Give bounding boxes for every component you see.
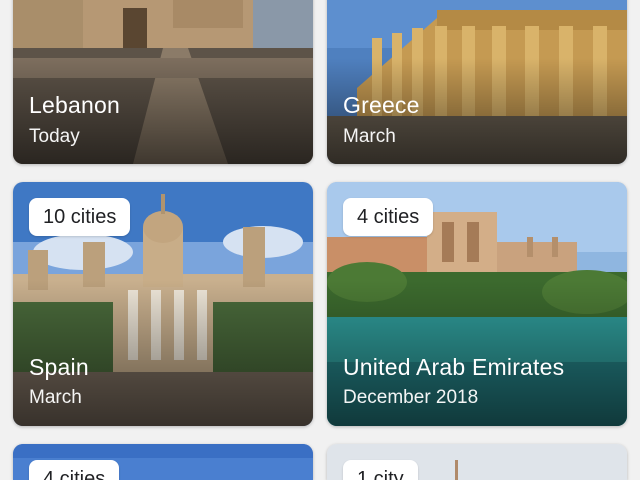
city-count-badge: 1 city (343, 460, 418, 480)
trip-title: Lebanon (29, 92, 120, 118)
city-count-badge: 10 cities (29, 198, 131, 236)
trip-date: Today (29, 126, 80, 147)
trip-title: United Arab Emirates (343, 354, 565, 380)
trip-card-5[interactable]: 4 cities (13, 444, 313, 480)
trip-title: Spain (29, 354, 89, 380)
trip-card-spain[interactable]: 10 cities Spain March (13, 182, 313, 426)
trip-date: March (343, 126, 396, 147)
trip-date: March (29, 387, 82, 408)
trip-card-lebanon[interactable]: Lebanon Today (13, 0, 313, 164)
city-count-badge: 4 cities (29, 460, 120, 480)
city-count-badge: 4 cities (343, 198, 434, 236)
trip-card-uae[interactable]: 4 cities United Arab Emirates December 2… (327, 182, 627, 426)
trip-title: Greece (343, 92, 420, 118)
trip-card-greece[interactable]: Greece March (327, 0, 627, 164)
trip-card-6[interactable]: 1 city (327, 444, 627, 480)
trip-date: December 2018 (343, 387, 479, 408)
